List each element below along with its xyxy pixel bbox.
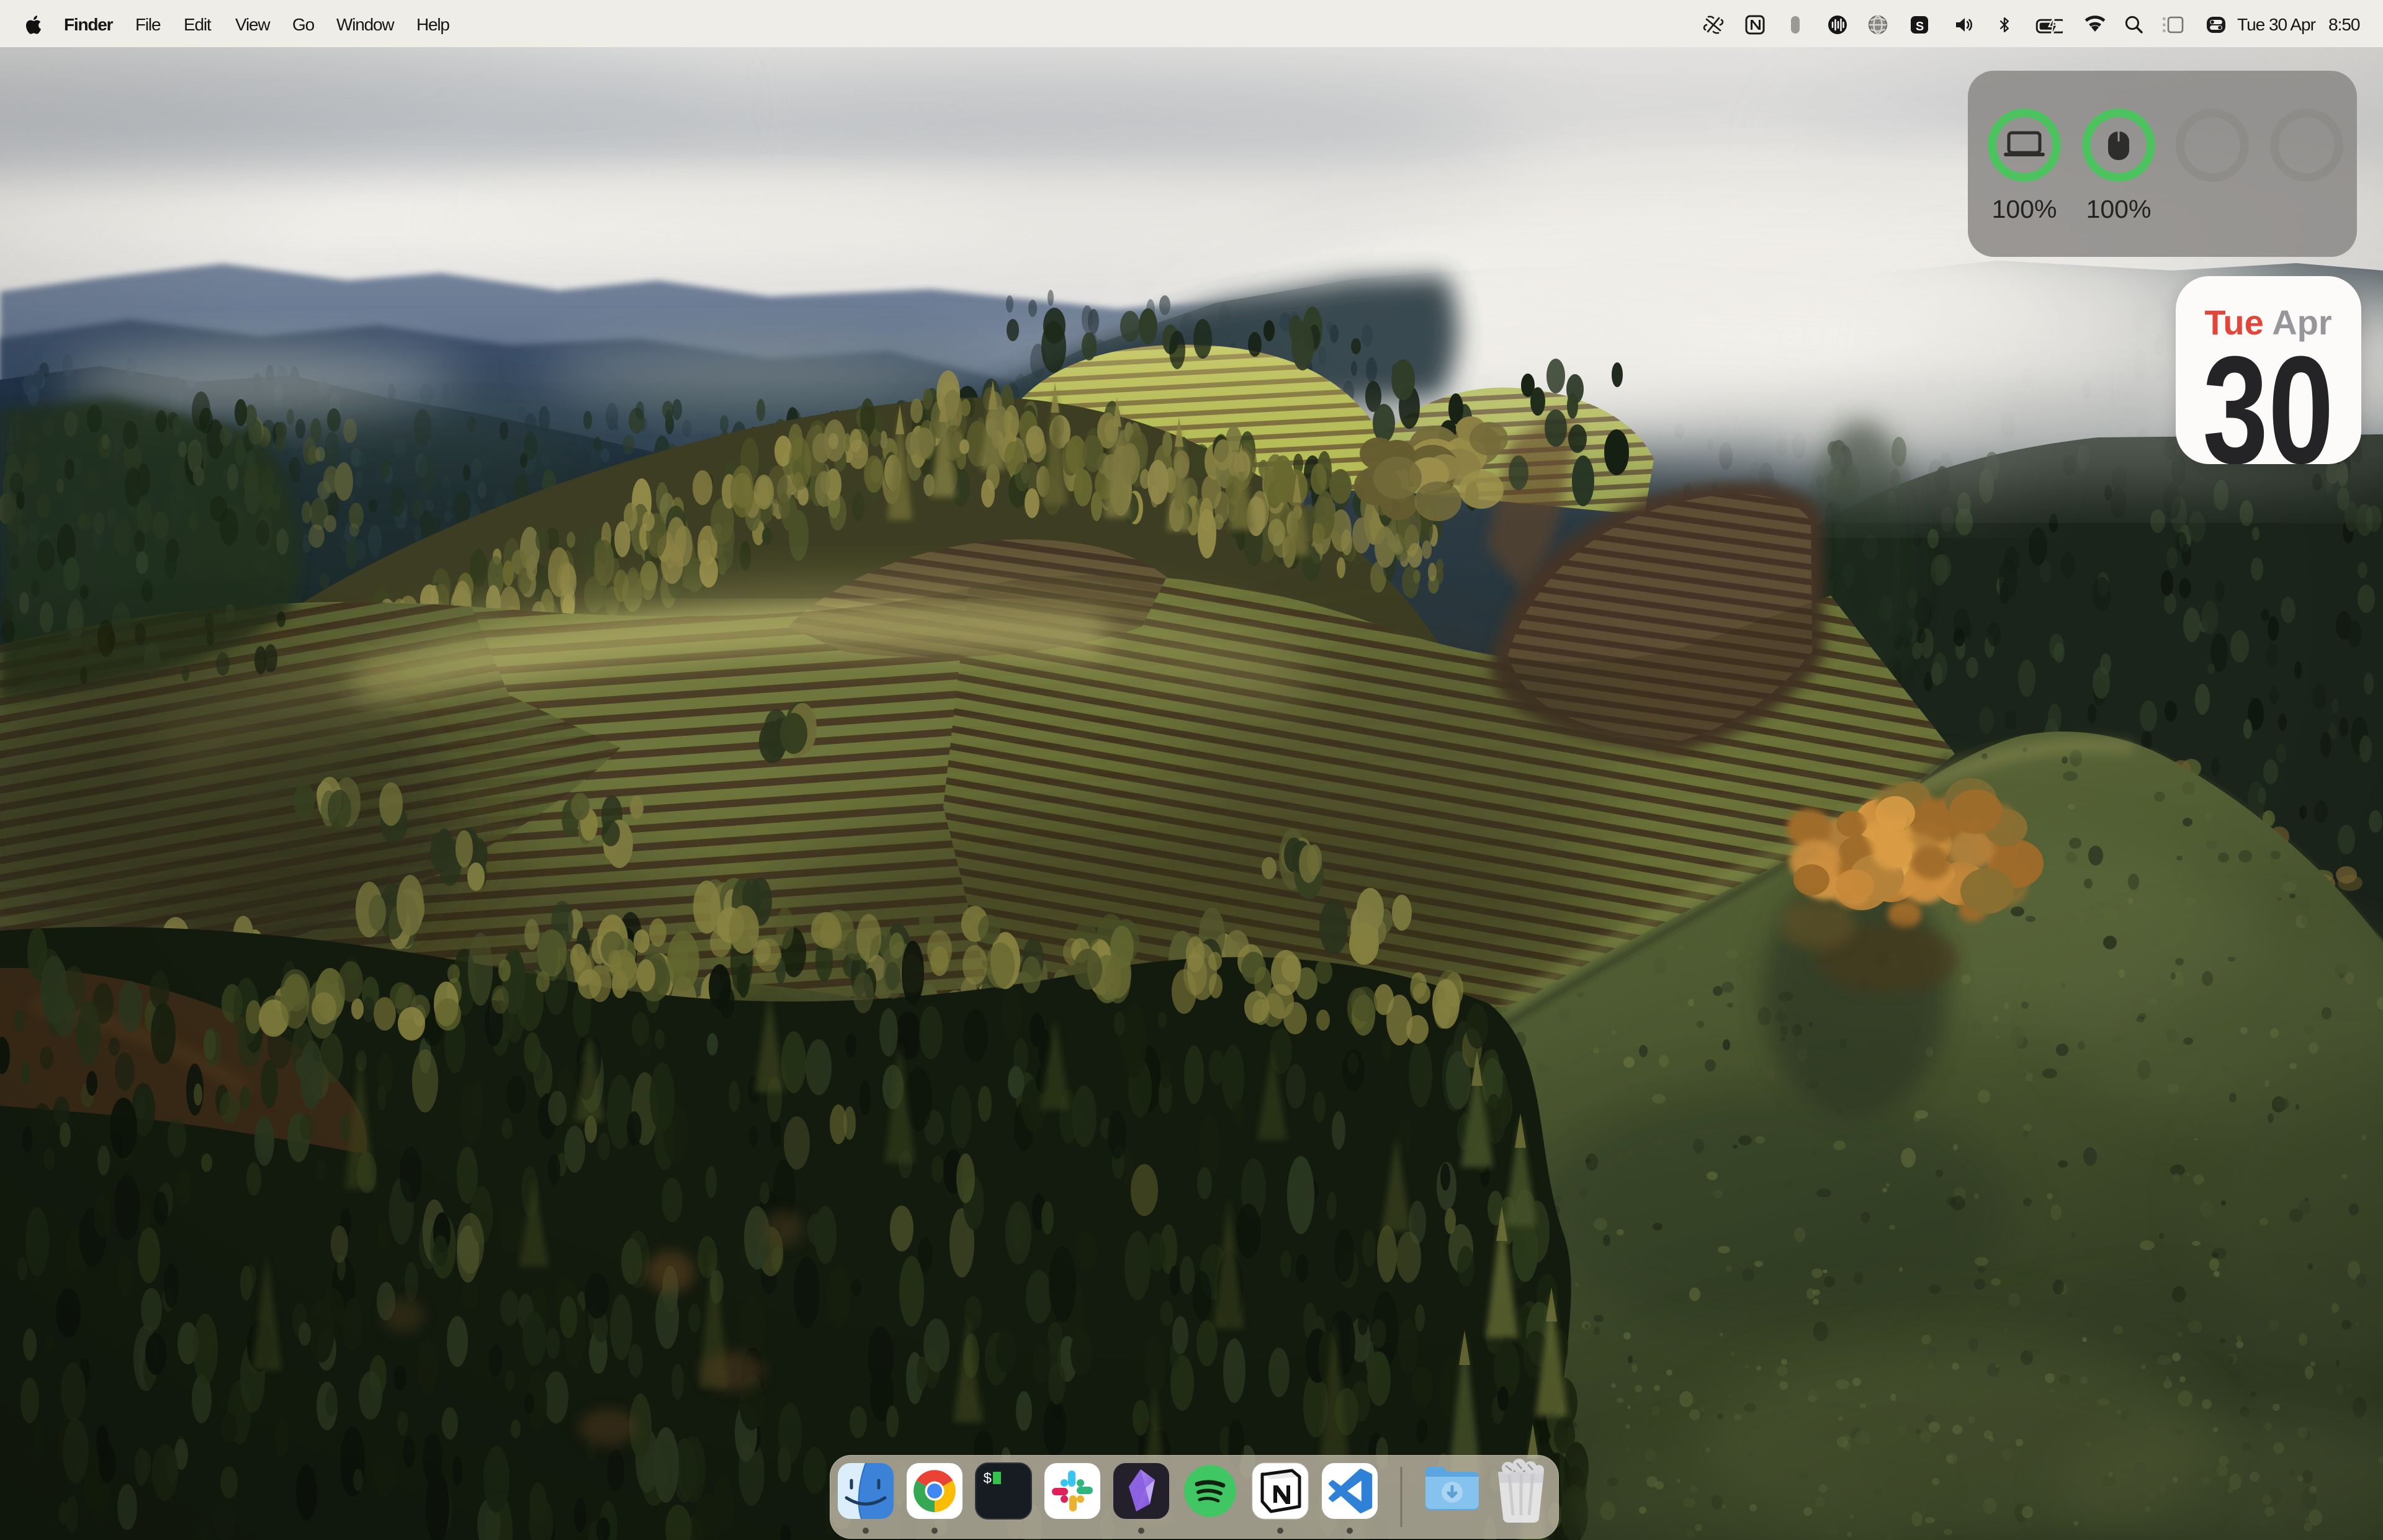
svg-text:30: 30 — [2202, 325, 2333, 464]
svg-text:100%: 100% — [1992, 195, 2057, 223]
svg-text:S: S — [1916, 20, 1924, 34]
svg-text:$: $ — [983, 1471, 992, 1488]
svg-text:100%: 100% — [2086, 195, 2152, 223]
